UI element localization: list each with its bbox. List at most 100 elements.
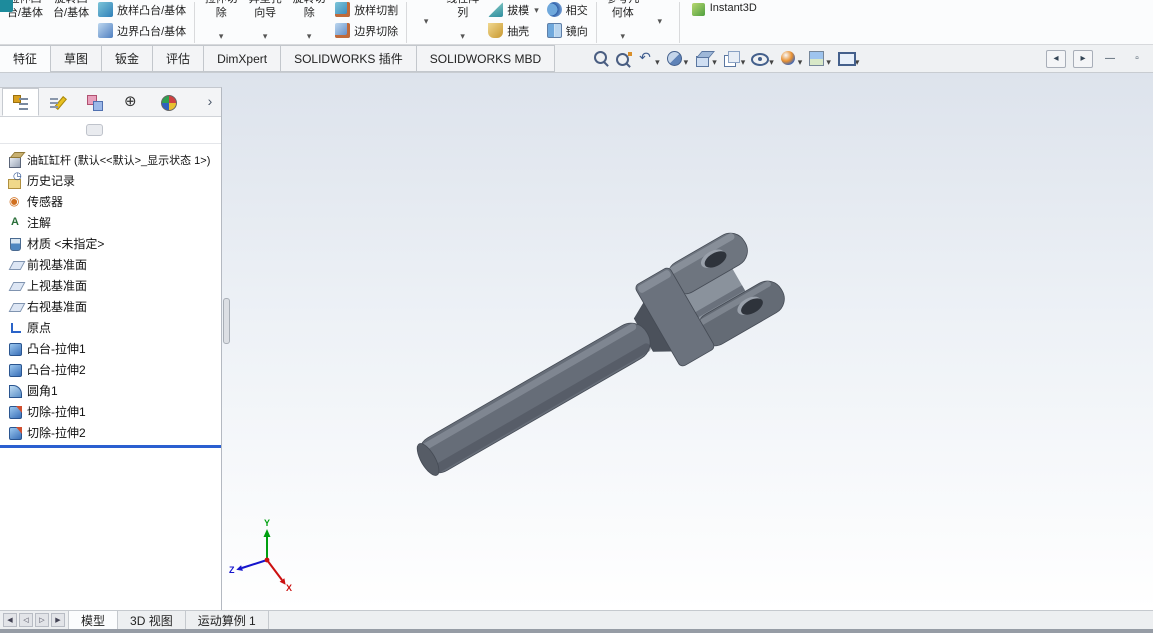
restore-button[interactable]: ▫ [1127, 50, 1147, 68]
reference-geometry-button[interactable]: 参考几 何体 [601, 0, 645, 41]
mirror-button[interactable]: 镜向 [546, 22, 588, 39]
hole-wizard-button[interactable]: 异型孔 向导 [243, 0, 287, 41]
tree-item[interactable]: 圆角1 [0, 380, 221, 401]
section-view-button[interactable] [664, 46, 693, 71]
tab-scroll-right-button[interactable]: ▷ [35, 613, 49, 627]
dropdown-caret-icon[interactable] [684, 52, 689, 70]
headsup-icon [615, 49, 634, 68]
tree-item-icon [7, 236, 22, 251]
shell-button[interactable]: 抽壳 [488, 22, 539, 39]
dropdown-caret-icon[interactable] [798, 52, 803, 70]
tree-item[interactable]: 原点 [0, 317, 221, 338]
panel-tab-icon [12, 94, 29, 111]
dropdown-caret-icon[interactable] [826, 52, 831, 70]
zoom-to-fit-button[interactable] [591, 49, 613, 69]
instant3d-toggle[interactable]: Instant3D [684, 0, 765, 16]
edit-appearance-button[interactable] [778, 46, 807, 71]
view-settings-button[interactable] [835, 46, 864, 71]
tree-item[interactable]: 材质 <未指定> [0, 233, 221, 254]
dropdown-caret-icon[interactable] [712, 52, 717, 70]
dropdown-caret-icon[interactable] [655, 52, 660, 70]
tree-item[interactable]: 前视基准面 [0, 254, 221, 275]
tab-sketch[interactable]: 草图 [50, 45, 103, 72]
dropdown-caret-icon[interactable] [657, 15, 662, 26]
panel-splitter-handle[interactable] [223, 298, 230, 344]
tree-item-icon [7, 299, 22, 314]
lofted-boss-button[interactable]: 放样凸台/基体 [98, 1, 186, 18]
hide-show-items-button[interactable] [749, 46, 778, 71]
tab-dimxpert[interactable]: DimXpert [203, 45, 282, 72]
dropdown-caret-icon[interactable] [263, 30, 268, 41]
triad-z-arrow [236, 565, 243, 571]
tab-solidworks-addins[interactable]: SOLIDWORKS 插件 [280, 45, 417, 72]
tree-item[interactable]: 凸台-拉伸1 [0, 338, 221, 359]
tab-features[interactable]: 特征 [0, 45, 52, 72]
dropdown-caret-icon[interactable] [460, 30, 465, 41]
ribbon-separator [595, 2, 597, 43]
window-controls: ◂ ▸ — ▫ [1046, 49, 1153, 68]
extruded-cut-button[interactable]: 拉伸切 除 [199, 0, 243, 41]
minimize-button[interactable]: — [1100, 50, 1120, 68]
panel-expand-arrow[interactable]: › [201, 93, 219, 111]
tab-scroll-first-button[interactable]: ◀ [3, 613, 17, 627]
tree-item[interactable]: 上视基准面 [0, 275, 221, 296]
tree-item[interactable]: 注解 [0, 212, 221, 233]
boundary-boss-button[interactable]: 边界凸台/基体 [98, 22, 186, 39]
dimxpertmanager-tab[interactable] [113, 88, 150, 116]
commandmanager-tab-bar: 特征 草图 钣金 评估 DimXpert SOLIDWORKS 插件 SOLID… [0, 45, 1153, 73]
tree-item[interactable]: 切除-拉伸2 [0, 422, 221, 443]
dropdown-caret-icon[interactable] [307, 30, 312, 41]
zoom-to-area-button[interactable] [613, 49, 635, 69]
tree-item[interactable]: 切除-拉伸1 [0, 401, 221, 422]
tree-item[interactable]: 历史记录 [0, 170, 221, 191]
intersect-icon [546, 2, 562, 17]
3d-scene[interactable]: Y Z X [222, 73, 1153, 610]
featuremanager-tree-tab[interactable] [2, 88, 39, 116]
revolved-boss-button[interactable]: 旋转凸 台/基体 [48, 0, 94, 21]
previous-view-button[interactable] [635, 46, 664, 71]
linear-pattern-button[interactable]: 线性阵 列 [441, 0, 484, 41]
panel-tab-icon [160, 94, 177, 111]
dropdown-caret-icon[interactable] [534, 5, 539, 15]
tab-sheet-metal[interactable]: 钣金 [101, 45, 154, 72]
dropdown-caret-icon[interactable] [219, 30, 224, 41]
dropdown-caret-icon[interactable] [620, 30, 625, 41]
tree-item-icon [7, 171, 22, 189]
tab-scroll-left-button[interactable]: ◁ [19, 613, 33, 627]
tree-splitter-handle[interactable] [86, 124, 103, 136]
intersect-button[interactable]: 相交 [546, 1, 588, 18]
model-tab[interactable]: 模型 [69, 611, 119, 629]
configurationmanager-tab[interactable] [76, 88, 113, 116]
propertymanager-tab[interactable] [39, 88, 76, 116]
revolved-cut-button[interactable]: 旋转切 除 [287, 0, 331, 41]
bottom-edge-strip [0, 629, 1153, 633]
tab-evaluate[interactable]: 评估 [152, 45, 205, 72]
tree-root-item[interactable]: 油缸缸杆 (默认<<默认>_显示状态 1>) [0, 149, 221, 170]
tree-item[interactable]: 传感器 [0, 191, 221, 212]
triad-y-label: Y [264, 518, 270, 528]
displaymanager-tab[interactable] [150, 88, 187, 116]
view-orientation-button[interactable] [692, 46, 721, 71]
fillet-button[interactable] [411, 0, 441, 26]
curves-button[interactable] [645, 0, 675, 26]
tree-item[interactable]: 凸台-拉伸2 [0, 359, 221, 380]
3d-views-tab[interactable]: 3D 视图 [118, 611, 186, 629]
rollback-bar[interactable] [0, 445, 221, 448]
tab-scroll-last-button[interactable]: ▶ [51, 613, 65, 627]
collapse-pane-right-button[interactable]: ▸ [1073, 49, 1093, 68]
boundary-cut-label: 边界切除 [354, 25, 399, 38]
dropdown-caret-icon[interactable] [741, 52, 746, 70]
tab-solidworks-mbd[interactable]: SOLIDWORKS MBD [415, 45, 556, 72]
boundary-cut-button[interactable]: 边界切除 [335, 22, 398, 39]
collapse-pane-left-button[interactable]: ◂ [1046, 49, 1066, 68]
tree-item[interactable]: 右视基准面 [0, 296, 221, 317]
motion-study-1-tab[interactable]: 运动算例 1 [186, 611, 269, 629]
headsup-icon [593, 50, 611, 68]
lofted-cut-button[interactable]: 放样切割 [335, 1, 398, 18]
display-style-button[interactable] [721, 46, 750, 71]
tree-item-icon [7, 404, 22, 419]
apply-scene-button[interactable] [806, 46, 835, 71]
dropdown-caret-icon[interactable] [424, 15, 429, 26]
dropdown-caret-icon[interactable] [769, 52, 774, 70]
draft-button[interactable]: 拔模 [488, 1, 539, 18]
